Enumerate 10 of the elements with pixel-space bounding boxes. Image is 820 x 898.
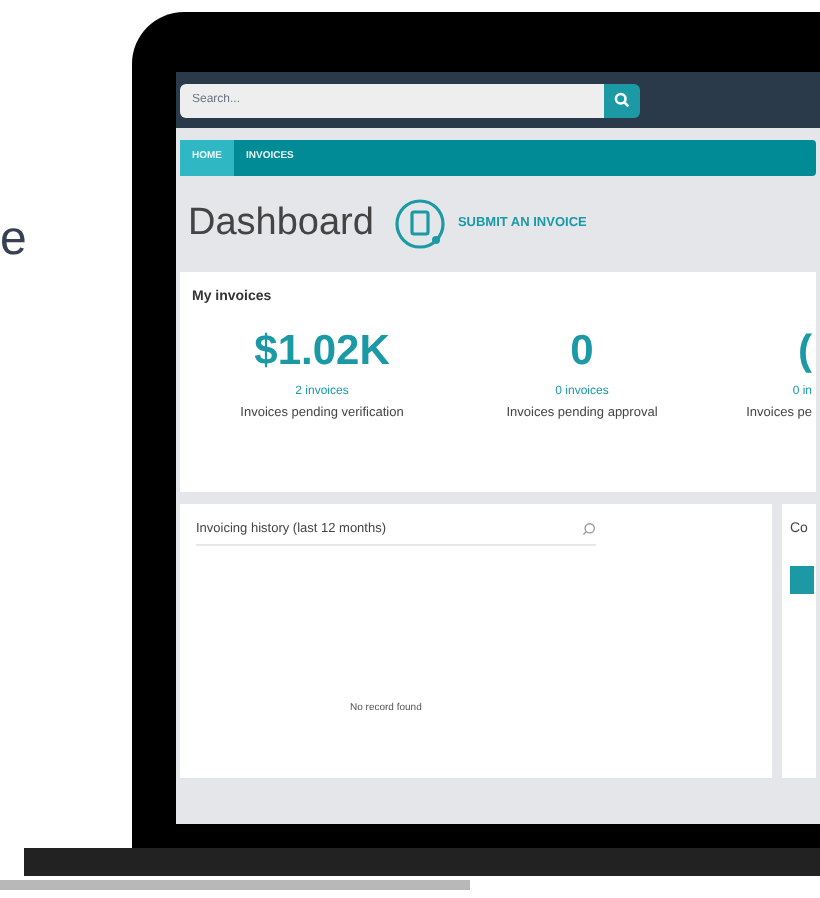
action-button[interactable] [790, 565, 814, 593]
page-title: Dashboard [188, 199, 374, 248]
stat-value: 0 [570, 329, 594, 371]
stat-value: $1.02K [254, 329, 390, 371]
search-button[interactable] [604, 83, 640, 117]
invoice-icon [393, 198, 446, 250]
side-text: e [0, 216, 27, 264]
stat-value: ( [798, 329, 812, 371]
search-icon[interactable] [582, 522, 596, 537]
search-icon [614, 92, 630, 108]
